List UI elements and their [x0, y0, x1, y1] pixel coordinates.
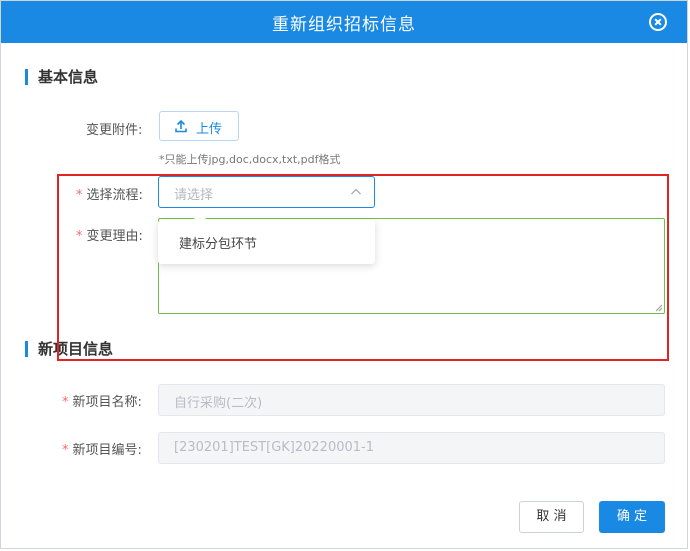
- required-mark: *: [62, 395, 69, 410]
- project-code-field: [230201]TEST[GK]20220001-1: [158, 432, 665, 464]
- project-name-label: * 新项目名称:: [62, 391, 142, 410]
- project-name-field: 自行采购(二次): [158, 384, 665, 416]
- cancel-button[interactable]: 取 消: [519, 501, 584, 533]
- section-title-basic-info: 基本信息: [25, 69, 98, 85]
- required-mark: *: [62, 443, 69, 458]
- dialog-header: 重新组织招标信息: [1, 1, 687, 43]
- attachment-label: 变更附件:: [86, 123, 143, 138]
- project-code-label-text: 新项目编号:: [72, 443, 142, 458]
- close-icon[interactable]: [649, 13, 667, 31]
- project-name-label-text: 新项目名称:: [72, 395, 142, 410]
- upload-icon: [175, 119, 187, 133]
- highlight-box: [57, 174, 669, 361]
- upload-button-label: 上传: [196, 122, 223, 137]
- project-name-value: 自行采购(二次): [174, 396, 263, 411]
- confirm-button[interactable]: 确 定: [599, 501, 665, 533]
- project-code-label: * 新项目编号:: [62, 439, 142, 458]
- project-code-value: [230201]TEST[GK]20220001-1: [174, 440, 374, 455]
- upload-hint: *只能上传jpg,doc,docx,txt,pdf格式: [159, 153, 341, 166]
- upload-button[interactable]: 上传: [159, 111, 239, 141]
- dialog-title: 重新组织招标信息: [272, 15, 416, 35]
